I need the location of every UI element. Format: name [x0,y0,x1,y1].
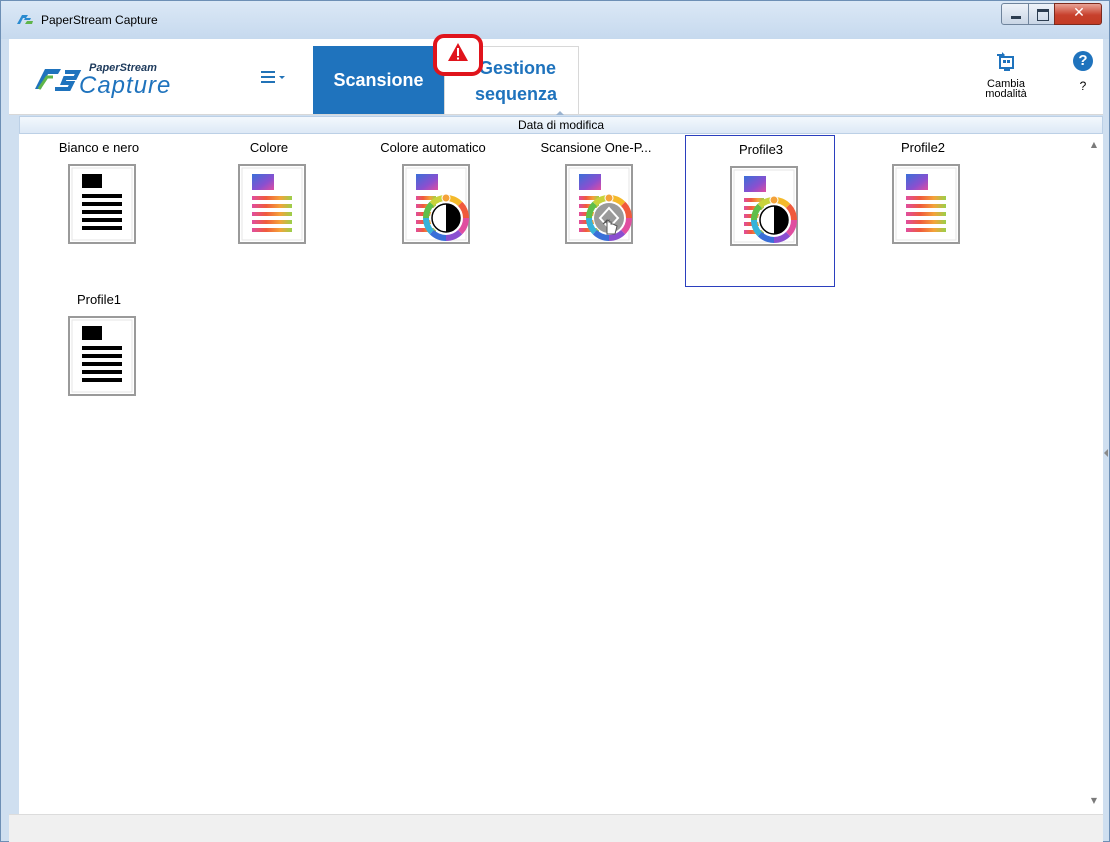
maximize-icon [1037,9,1049,21]
minimize-icon [1011,16,1021,19]
profile-grid: Bianco e nero Colore Colore automatico Scan… [19,134,1085,814]
tab-scan[interactable]: Scansione [313,46,444,114]
profile-label: Profile1 [76,292,122,307]
one-push-scan-icon [565,164,633,244]
app-logo-icon [17,15,33,24]
close-icon: ✕ [1073,5,1085,21]
warning-icon [448,43,468,61]
profile-label: Bianco e nero [58,140,140,155]
help-icon: ? [1073,51,1093,71]
svg-text:Capture: Capture [79,72,171,99]
auto-color-document-icon [402,164,470,244]
hamburger-menu-button[interactable] [257,63,293,91]
color-document-icon [238,164,306,244]
profile-item[interactable]: Scansione One-P... [521,134,671,286]
vertical-scrollbar[interactable]: ▲ ▼ [1085,134,1103,814]
main-toolbar: PaperStream Capture Scansione Gestione s… [9,34,1103,115]
profile-label: Profile3 [738,142,784,157]
profile-label: Colore [249,140,289,155]
profile-label: Profile2 [900,140,946,155]
switch-mode-label: Cambia modalità [985,78,1027,100]
paperstream-capture-logo: PaperStream Capture [35,62,171,99]
sort-header-date-modified[interactable]: Data di modifica [19,116,1103,134]
tab-indicator-caret [556,111,564,115]
switch-mode-button[interactable]: Cambia modalità [981,51,1031,111]
profile-item[interactable]: Profile1 [24,286,174,438]
profile-item[interactable]: Colore [194,134,344,286]
hamburger-menu-icon [261,71,285,83]
profile-label: Scansione One-P... [540,140,652,155]
scroll-down-icon[interactable]: ▼ [1085,796,1103,805]
maximize-button[interactable] [1028,3,1055,25]
bw-document-icon [68,164,136,244]
help-label: ? [1079,79,1087,93]
profile-item[interactable]: Bianco e nero [24,134,174,286]
profile-item[interactable]: Profile2 [848,134,998,286]
warning-alert-badge[interactable] [433,34,483,76]
switch-mode-icon [997,52,1014,71]
profile-item[interactable]: Profile3 [685,135,835,287]
app-window: PaperStream Capture ✕ PaperStream Captur… [0,0,1110,842]
tab-seq-label-line2: sequenza [475,84,558,104]
status-bar [9,814,1103,842]
bw-document-icon [68,316,136,396]
auto-color-document-icon [730,166,798,246]
profile-item[interactable]: Colore automatico [358,134,508,286]
minimize-button[interactable] [1001,3,1029,25]
close-button[interactable]: ✕ [1054,3,1102,25]
tab-seq-label-line1: Gestione [479,58,557,78]
color-document-icon [892,164,960,244]
side-panel-toggle-icon[interactable] [1104,449,1108,457]
help-button[interactable]: ? ? [1067,51,1099,111]
scroll-up-icon[interactable]: ▲ [1085,140,1103,149]
profile-label: Colore automatico [380,140,486,155]
window-title: PaperStream Capture [41,13,158,27]
title-bar: PaperStream Capture ✕ [1,1,1109,39]
